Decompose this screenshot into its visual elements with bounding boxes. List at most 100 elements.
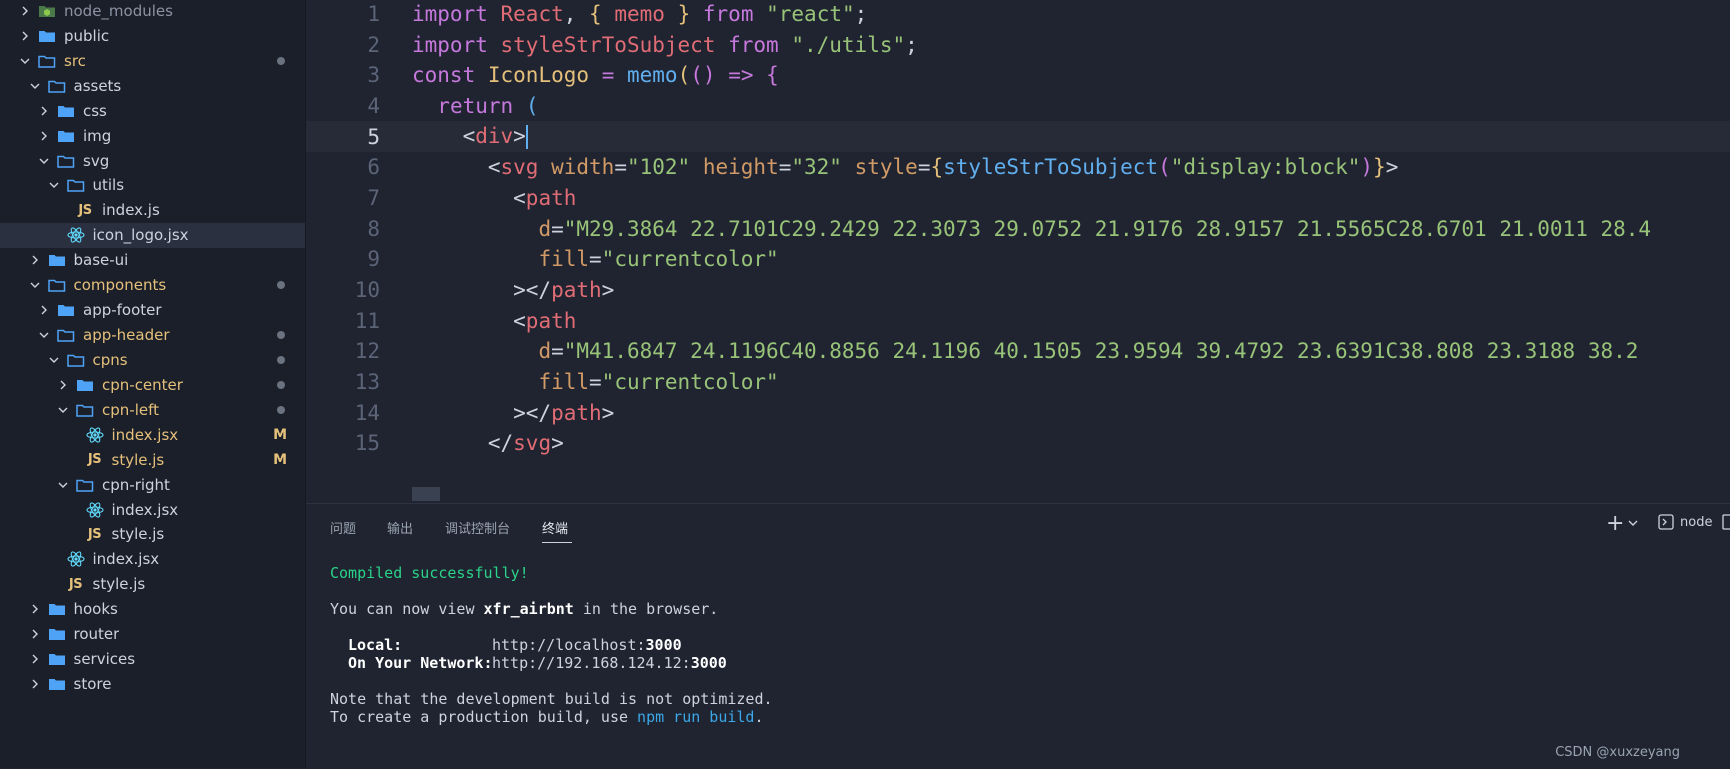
code-line[interactable]: 4 return ( (306, 91, 1730, 122)
tree-item-label: components (73, 276, 167, 295)
tree-item-label: src (64, 51, 86, 70)
tree-item-style-js[interactable]: JS style.js M (0, 447, 305, 472)
tree-item-style-js[interactable]: JS style.js (0, 572, 305, 597)
code-line[interactable]: 13 fill="currentcolor" (306, 367, 1730, 398)
terminal-shell-selector[interactable]: node (1658, 514, 1712, 530)
tree-item-svg[interactable]: svg (0, 148, 305, 173)
tree-item-label: node_modules (64, 1, 173, 20)
tree-item-components[interactable]: components (0, 273, 305, 298)
modified-dot-indicator (277, 281, 285, 290)
code-line[interactable]: 1 import React, { memo } from "react"; (306, 0, 1730, 29)
tree-item-assets[interactable]: assets (0, 73, 305, 98)
chevron-down-icon (28, 79, 42, 93)
code-text: <svg width="102" height="32" style={styl… (412, 155, 1399, 180)
code-line[interactable]: 14 ></path> (306, 397, 1730, 428)
horizontal-scrollbar-thumb[interactable] (412, 487, 440, 501)
tree-item-utils[interactable]: utils (0, 173, 305, 198)
tree-item-label: cpn-left (102, 400, 159, 419)
tree-item-cpn-center[interactable]: cpn-center (0, 372, 305, 397)
javascript-file-icon: JS (87, 452, 102, 468)
tree-item-label: index.js (102, 201, 160, 220)
tree-item-router[interactable]: router (0, 622, 305, 647)
folder-icon (38, 28, 56, 44)
modified-badge: M (273, 427, 287, 444)
tree-item-label: icon_logo.jsx (92, 226, 189, 245)
tree-item-app-header[interactable]: app-header (0, 323, 305, 348)
tree-item-index-jsx[interactable]: index.jsx (0, 497, 305, 522)
tree-item-app-footer[interactable]: app-footer (0, 298, 305, 323)
code-line[interactable]: 10 ></path> (306, 275, 1730, 306)
line-number: 1 (367, 1, 380, 26)
tree-item-public[interactable]: public (0, 23, 305, 48)
tab-debug-console[interactable]: 调试控制台 (445, 518, 510, 537)
code-line[interactable]: 11 <path (306, 305, 1730, 336)
tree-item-icon-logo-jsx[interactable]: icon_logo.jsx (0, 222, 305, 248)
panel-tabs: 问题 输出 调试控制台 终端 + node (306, 504, 1730, 550)
tree-item-node-modules[interactable]: node_modules (0, 0, 305, 23)
tree-item-label: store (73, 675, 112, 694)
code-line[interactable]: 7 <path (306, 183, 1730, 214)
folder-icon (76, 377, 94, 393)
tree-item-label: router (73, 625, 120, 644)
line-number: 10 (354, 277, 380, 302)
active-tab-indicator (542, 542, 572, 543)
modified-dot-indicator (277, 56, 285, 65)
tree-item-hooks[interactable]: hooks (0, 597, 305, 622)
code-text: ></path> (412, 400, 615, 425)
tree-item-cpns[interactable]: cpns (0, 348, 305, 373)
folder-open-icon (47, 78, 66, 94)
code-line[interactable]: 5 <div> (306, 121, 1730, 152)
tab-output[interactable]: 输出 (387, 518, 413, 537)
terminal-icon (1658, 514, 1674, 530)
tree-item-store[interactable]: store (0, 672, 305, 697)
new-terminal-button[interactable]: + (1606, 513, 1638, 535)
local-label: Local: (348, 636, 403, 654)
split-terminal-icon[interactable] (1722, 514, 1730, 530)
code-line[interactable]: 8 d="M29.3864 22.7101C29.2429 22.3073 29… (306, 213, 1730, 244)
folder-icon (57, 128, 75, 144)
compiled-message: Compiled successfully! (330, 564, 529, 582)
chevron-down-icon (47, 178, 61, 192)
tree-item-style-js[interactable]: JS style.js (0, 522, 305, 547)
tree-item-base-ui[interactable]: base-ui (0, 248, 305, 273)
local-url[interactable]: http://localhost:3000 (492, 636, 682, 654)
tree-item-services[interactable]: services (0, 647, 305, 672)
tree-item-cpn-left[interactable]: cpn-left (0, 397, 305, 422)
chevron-down-icon (1628, 516, 1638, 532)
tab-problems[interactable]: 问题 (330, 518, 356, 537)
line-number: 5 (367, 124, 380, 149)
tab-terminal[interactable]: 终端 (542, 518, 568, 537)
code-line[interactable]: 6 <svg width="102" height="32" style={st… (306, 152, 1730, 183)
tree-item-css[interactable]: css (0, 98, 305, 123)
line-number: 11 (354, 308, 380, 333)
line-number: 6 (367, 155, 380, 180)
folder-open-icon (76, 477, 94, 493)
chevron-right-icon (18, 29, 32, 43)
code-line[interactable]: 9 fill="currentcolor" (306, 244, 1730, 275)
react-file-icon (85, 501, 104, 518)
code-text: fill="currentcolor" (538, 247, 779, 272)
chevron-right-icon (56, 378, 70, 392)
code-line[interactable]: 15 </svg> (306, 428, 1730, 459)
tree-item-index-js[interactable]: JS index.js (0, 198, 305, 223)
network-url[interactable]: http://192.168.124.12:3000 (492, 654, 727, 672)
code-line[interactable]: 3 const IconLogo = memo(() => { (306, 60, 1730, 91)
tree-item-label: index.jsx (92, 550, 160, 569)
code-line[interactable]: 12 d="M41.6847 24.1196C40.8856 24.1196 4… (306, 336, 1730, 367)
tree-item-label: style.js (111, 525, 165, 544)
tree-item-label: public (64, 26, 110, 45)
javascript-file-icon: JS (68, 576, 83, 592)
tree-item-src[interactable]: src (0, 48, 305, 73)
tree-item-index-jsx[interactable]: index.jsx M (0, 422, 305, 447)
code-line[interactable]: 2 import styleStrToSubject from "./utils"… (306, 29, 1730, 60)
tree-item-index-jsx[interactable]: index.jsx (0, 547, 305, 572)
code-text: import React, { memo } from "react"; (412, 1, 868, 26)
tree-item-cpn-right[interactable]: cpn-right (0, 472, 305, 497)
javascript-file-icon: JS (87, 526, 102, 542)
tree-item-img[interactable]: img (0, 123, 305, 148)
tree-item-label: base-ui (73, 251, 129, 270)
code-editor[interactable]: 1 import React, { memo } from "react"; 2 im… (306, 0, 1730, 502)
